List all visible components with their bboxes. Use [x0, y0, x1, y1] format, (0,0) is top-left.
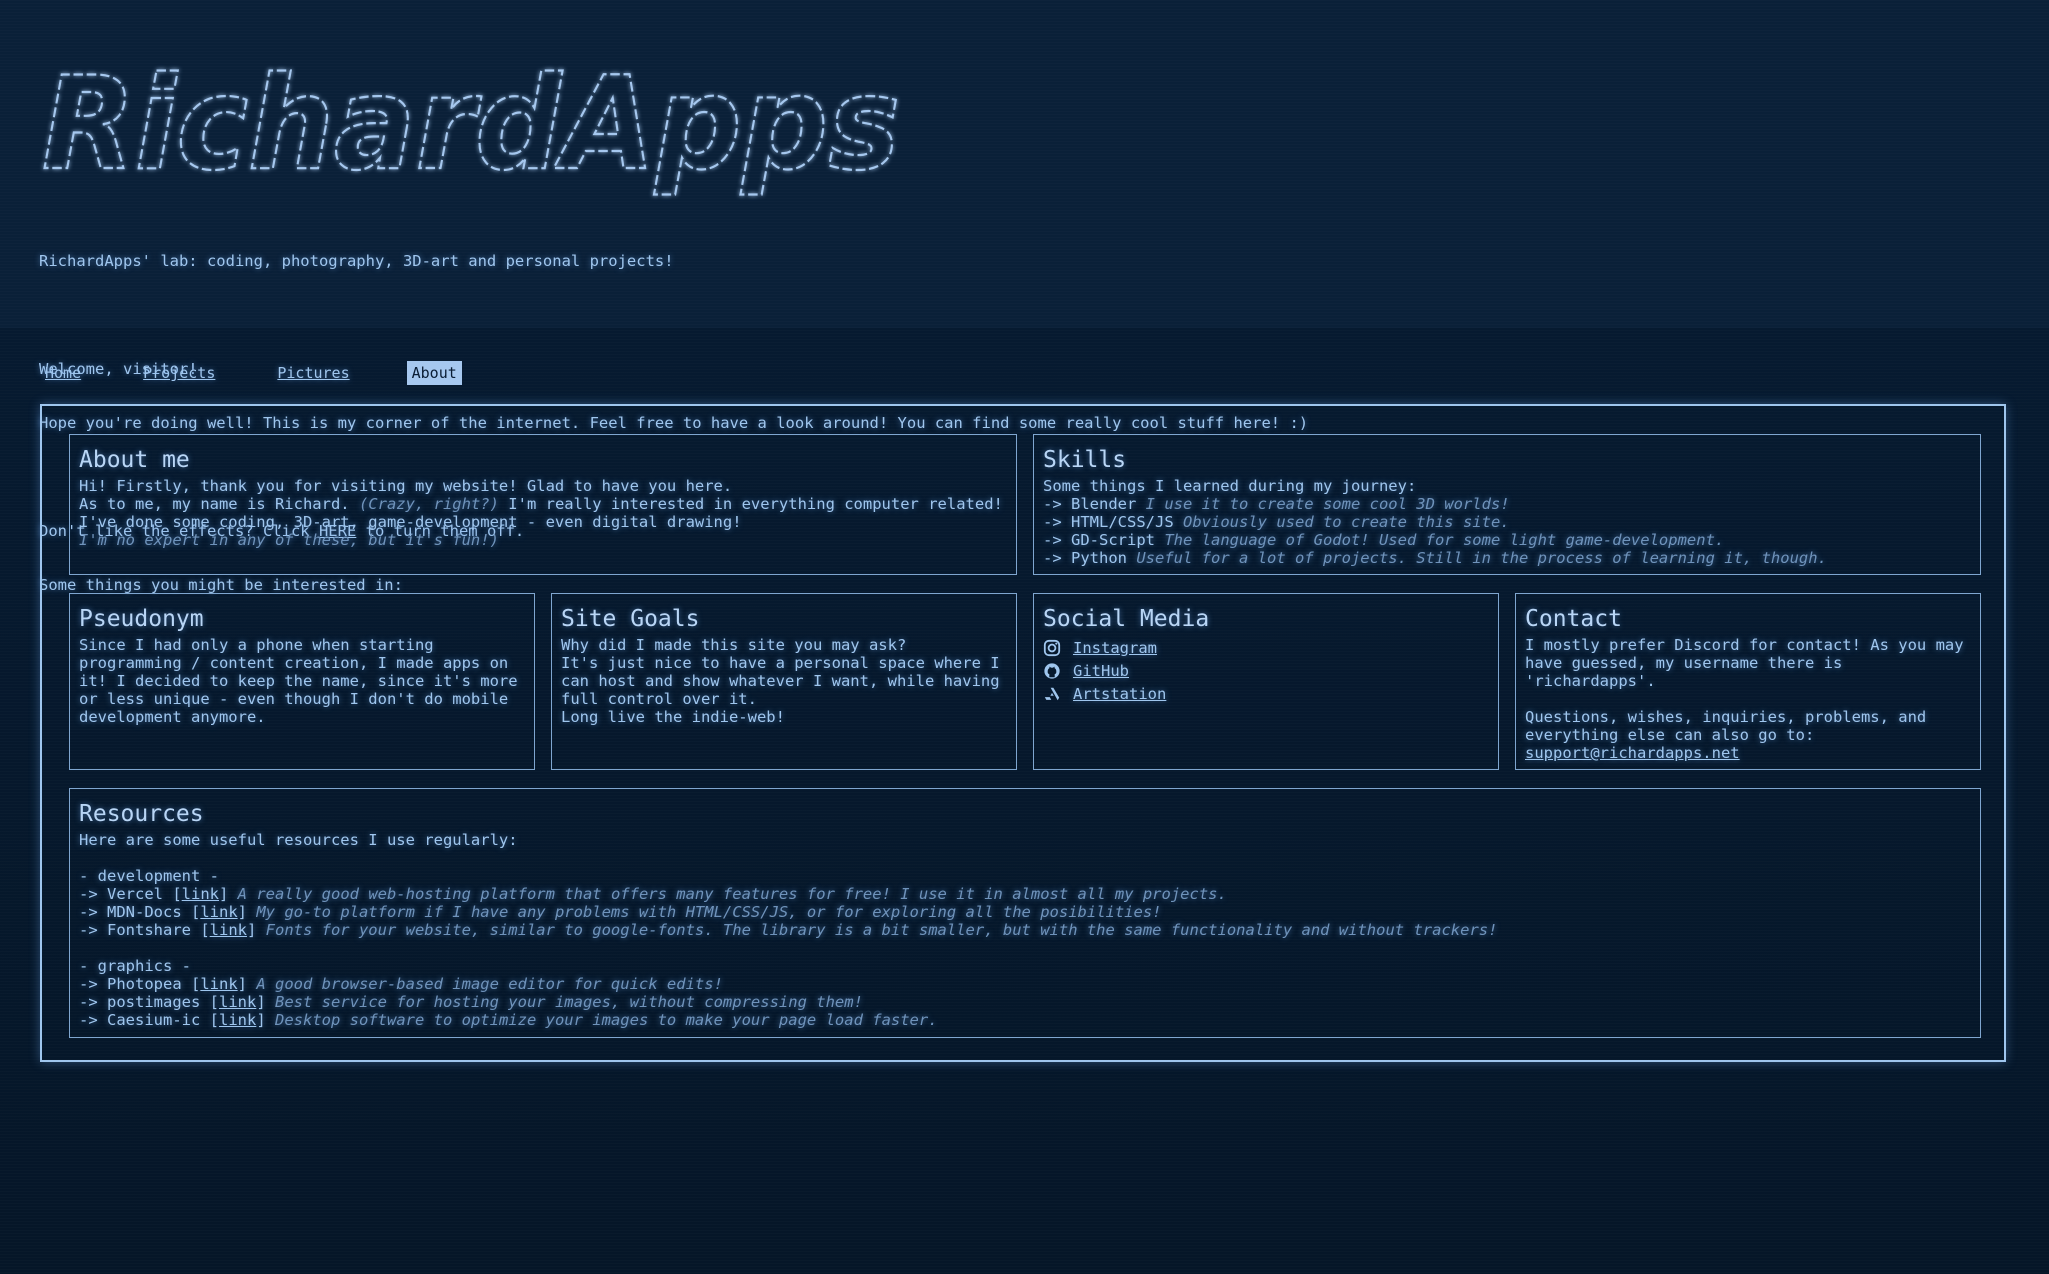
mdn-docs-link[interactable]: link — [200, 903, 237, 921]
social-item-instagram: Instagram — [1043, 636, 1489, 659]
resource-name: -> MDN-Docs — [79, 903, 182, 921]
resource-desc: Desktop software to optimize your images… — [275, 1011, 938, 1029]
resource-desc: Fonts for your website, similar to googl… — [265, 921, 1498, 939]
resource-desc: A good browser-based image editor for qu… — [256, 975, 723, 993]
pseudonym-line: or less unique - even though I don't do … — [79, 690, 509, 708]
content-frame: About me Hi! Firstly, thank you for visi… — [40, 404, 2006, 1062]
resource-name: -> Photopea — [79, 975, 182, 993]
instagram-icon — [1043, 639, 1061, 656]
skill-name: -> HTML/CSS/JS — [1043, 513, 1174, 531]
skill-item: -> HTML/CSS/JS Obviously used to create … — [1043, 513, 1971, 531]
resource-item: -> Caesium-ic [link] Desktop software to… — [79, 1011, 938, 1029]
contact-title: Contact — [1525, 606, 1622, 632]
instagram-link[interactable]: Instagram — [1073, 639, 1157, 657]
resource-name: -> Vercel — [79, 885, 163, 903]
resources-panel: Resources Here are some useful resources… — [69, 788, 1981, 1038]
social-item-github: GitHub — [1043, 659, 1489, 682]
resource-desc: Best service for hosting your images, wi… — [275, 993, 863, 1011]
contact-line: have guessed, my username there is — [1525, 654, 1843, 672]
skill-name: -> Blender — [1043, 495, 1137, 513]
about-line-text: As to me, my name is Richard. — [79, 495, 359, 513]
resource-item: -> MDN-Docs [link] My go-to platform if … — [79, 903, 1162, 921]
goals-line: can host and show whatever I want, while… — [561, 672, 1000, 690]
resource-desc: My go-to platform if I have any problems… — [256, 903, 1162, 921]
about-line-text: I'm really interested in everything comp… — [498, 495, 1003, 513]
about-line: I've done some coding, 3D-art, game-deve… — [79, 513, 742, 531]
social-item-artstation: Artstation — [1043, 682, 1489, 705]
goals-line: full control over it. — [561, 690, 757, 708]
goals-line: Why did I made this site you may ask? — [561, 636, 907, 654]
resource-name: -> Caesium-ic — [79, 1011, 201, 1029]
resources-spacer — [79, 849, 1971, 867]
contact-line: I mostly prefer Discord for contact! As … — [1525, 636, 1964, 654]
skill-name: -> Python — [1043, 549, 1127, 567]
skill-desc: I use it to create some cool 3D worlds! — [1145, 495, 1510, 513]
nav-pictures[interactable]: Pictures — [272, 361, 354, 385]
artstation-link[interactable]: Artstation — [1073, 685, 1166, 703]
goals-line: Long live the indie-web! — [561, 708, 785, 726]
resource-item: -> Vercel [link] A really good web-hosti… — [79, 885, 1227, 903]
vercel-link[interactable]: link — [182, 885, 219, 903]
skills-intro: Some things I learned during my journey: — [1043, 477, 1417, 495]
skill-item: -> Blender I use it to create some cool … — [1043, 495, 1971, 513]
pseudonym-line: it! I decided to keep the name, since it… — [79, 672, 518, 690]
about-note: I'm no expert in any of these, but it's … — [79, 531, 499, 549]
about-line: Hi! Firstly, thank you for visiting my w… — [79, 477, 733, 495]
pseudonym-line: Since I had only a phone when starting — [79, 636, 434, 654]
resource-name: -> Fontshare — [79, 921, 191, 939]
skill-desc: The language of Godot! Used for some lig… — [1164, 531, 1725, 549]
about-line: As to me, my name is Richard. (Crazy, ri… — [79, 495, 1007, 513]
graphics-header: - graphics - — [79, 957, 191, 975]
skill-item: -> GD-Script The language of Godot! Used… — [1043, 531, 1971, 549]
pseudonym-line: programming / content creation, I made a… — [79, 654, 509, 672]
site-goals-title: Site Goals — [561, 606, 700, 632]
github-icon — [1044, 662, 1060, 679]
resource-item: -> Photopea [link] A good browser-based … — [79, 975, 723, 993]
github-link[interactable]: GitHub — [1073, 662, 1129, 680]
skill-desc: Useful for a lot of projects. Still in t… — [1136, 549, 1827, 567]
contact-spacer — [1525, 690, 1971, 708]
skill-desc: Obviously used to create this site. — [1183, 513, 1510, 531]
contact-line: Questions, wishes, inquiries, problems, … — [1525, 708, 1927, 726]
tagline: RichardApps' lab: coding, photography, 3… — [39, 252, 674, 270]
artstation-icon — [1044, 687, 1060, 700]
about-aside: (Crazy, right?) — [358, 495, 499, 513]
social-media-title: Social Media — [1043, 606, 1210, 632]
pseudonym-title: Pseudonym — [79, 606, 204, 632]
contact-panel: Contact I mostly prefer Discord for cont… — [1515, 593, 1981, 770]
site-goals-panel: Site Goals Why did I made this site you … — [551, 593, 1017, 770]
resources-intro: Here are some useful resources I use reg… — [79, 831, 518, 849]
nav-projects[interactable]: Projects — [138, 361, 220, 385]
nav-about[interactable]: About — [406, 361, 462, 385]
skills-title: Skills — [1043, 447, 1127, 473]
social-media-panel: Social Media Instagram GitHub Artstation — [1033, 593, 1499, 770]
fontshare-link[interactable]: link — [210, 921, 247, 939]
nav-home[interactable]: Home — [40, 361, 86, 385]
about-panel: About me Hi! Firstly, thank you for visi… — [69, 434, 1017, 575]
resource-desc: A really good web-hosting platform that … — [237, 885, 1227, 903]
main-nav: Home Projects Pictures About — [40, 361, 514, 385]
skills-panel: Skills Some things I learned during my j… — [1033, 434, 1981, 575]
pseudonym-panel: Pseudonym Since I had only a phone when … — [69, 593, 535, 770]
resources-spacer — [79, 939, 1971, 957]
richardapps-ascii-logo: RichardApps — [41, 56, 901, 200]
contact-line: 'richardapps'. — [1525, 672, 1656, 690]
skill-name: -> GD-Script — [1043, 531, 1155, 549]
postimages-link[interactable]: link — [219, 993, 256, 1011]
contact-line: everything else can also go to: — [1525, 726, 1815, 744]
logo-text: RichardApps — [42, 56, 900, 199]
support-email-link[interactable]: support@richardapps.net — [1525, 744, 1740, 762]
about-title: About me — [79, 447, 190, 473]
photopea-link[interactable]: link — [200, 975, 237, 993]
pseudonym-line: development anymore. — [79, 708, 266, 726]
resource-item: -> postimages [link] Best service for ho… — [79, 993, 863, 1011]
goals-line: It's just nice to have a personal space … — [561, 654, 1000, 672]
resources-title: Resources — [79, 801, 204, 827]
skill-item: -> Python Useful for a lot of projects. … — [1043, 549, 1971, 567]
resource-name: -> postimages — [79, 993, 201, 1011]
dev-header: - development - — [79, 867, 219, 885]
resource-item: -> Fontshare [link] Fonts for your websi… — [79, 921, 1498, 939]
caesium-link[interactable]: link — [219, 1011, 256, 1029]
